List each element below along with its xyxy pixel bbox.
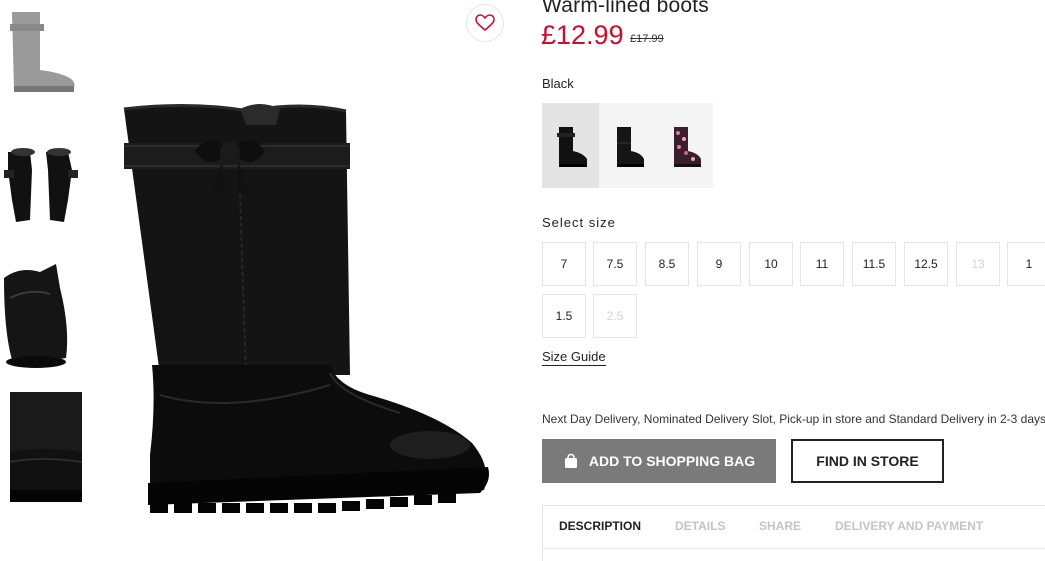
size-option[interactable]: 7 xyxy=(542,242,586,286)
size-option[interactable]: 9 xyxy=(697,242,741,286)
size-option[interactable]: 1.5 xyxy=(542,294,586,338)
color-swatch-black-a[interactable] xyxy=(542,103,599,188)
tab-description[interactable]: DESCRIPTION xyxy=(559,519,641,533)
boot-side-grey-image xyxy=(10,12,75,92)
main-product-image xyxy=(100,95,500,525)
thumbnail-1[interactable] xyxy=(0,0,82,98)
original-price: £17.99 xyxy=(630,33,664,45)
heart-icon xyxy=(475,14,495,32)
size-option-unavailable: 13 xyxy=(956,242,1000,286)
tabs-divider xyxy=(542,548,1045,549)
delivery-info: Next Day Delivery, Nominated Delivery Sl… xyxy=(542,412,1045,426)
floral-boot-swatch-image xyxy=(673,126,701,167)
size-option[interactable]: 11 xyxy=(800,242,844,286)
shopping-bag-icon xyxy=(564,453,577,468)
find-in-store-button[interactable]: FIND IN STORE xyxy=(791,439,944,483)
product-title: Warm-lined boots xyxy=(542,0,709,17)
size-option[interactable]: 12.5 xyxy=(904,242,948,286)
tab-share[interactable]: SHARE xyxy=(759,519,801,533)
select-size-label: Select size xyxy=(542,215,616,230)
find-in-store-label: FIND IN STORE xyxy=(816,453,919,469)
boot-heel-closeup-image xyxy=(9,392,82,502)
color-swatch-black-b[interactable] xyxy=(599,103,656,188)
size-guide-link[interactable]: Size Guide xyxy=(542,349,606,366)
color-swatches xyxy=(542,103,713,188)
add-to-bag-button[interactable]: ADD TO SHOPPING BAG xyxy=(542,439,776,483)
size-option[interactable]: 10 xyxy=(749,242,793,286)
size-option[interactable]: 7.5 xyxy=(593,242,637,286)
thumbnail-2[interactable] xyxy=(0,140,82,228)
tab-delivery-and-payment[interactable]: DELIVERY AND PAYMENT xyxy=(835,519,983,533)
thumbnail-4[interactable] xyxy=(0,392,82,504)
size-option[interactable]: 1 xyxy=(1007,242,1045,286)
tab-details[interactable]: DETAILS xyxy=(675,519,725,533)
black-boot-swatch-image xyxy=(556,126,587,167)
selected-color-label: Black xyxy=(542,76,574,91)
black-boot-swatch-image xyxy=(616,126,644,167)
size-option-unavailable: 2.5 xyxy=(593,294,637,338)
add-to-bag-label: ADD TO SHOPPING BAG xyxy=(588,453,756,469)
size-option[interactable]: 8.5 xyxy=(645,242,689,286)
thumbnail-3[interactable] xyxy=(0,258,82,370)
boot-pair-front-image xyxy=(4,148,78,222)
product-price: £12.99 xyxy=(541,20,624,50)
boot-toe-closeup-image xyxy=(0,258,82,370)
size-option[interactable]: 11.5 xyxy=(852,242,896,286)
color-swatch-floral[interactable] xyxy=(656,103,713,188)
product-info-tabs xyxy=(542,505,1045,561)
favorite-button[interactable] xyxy=(466,4,504,42)
